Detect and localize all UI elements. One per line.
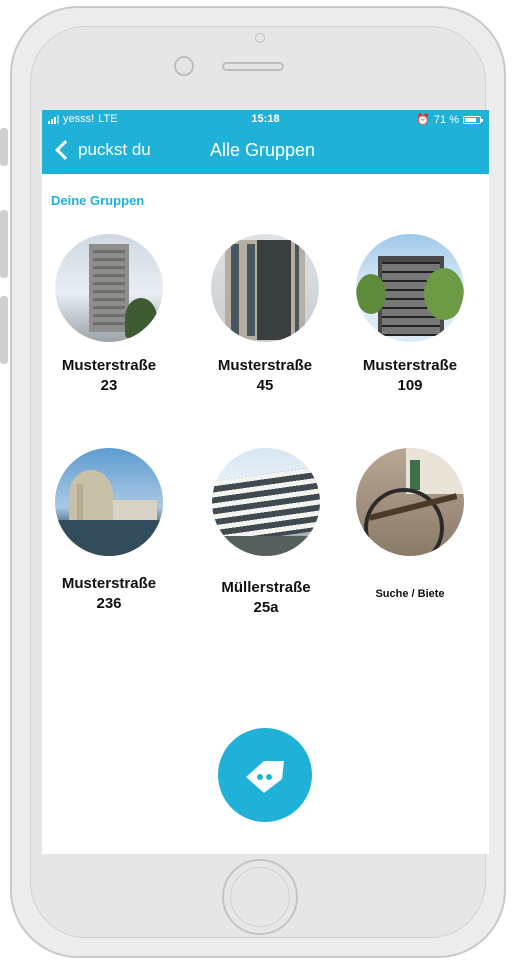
group-avatar [212, 448, 320, 556]
chevron-left-icon [55, 140, 75, 160]
navigation-bar: puckst du Alle Gruppen [42, 128, 489, 174]
group-label: Musterstraße 109 [362, 357, 458, 394]
group-label: Musterstraße 236 [61, 575, 157, 612]
group-tile[interactable]: Musterstraße 23 [42, 234, 182, 396]
group-tile[interactable]: Musterstraße 45 [192, 234, 338, 396]
status-bar: yesss! LTE 15:18 ⏰ 71 % [42, 110, 489, 128]
volume-down-button [0, 296, 8, 364]
group-avatar [356, 234, 464, 342]
group-label: Musterstraße 23 [61, 357, 157, 394]
front-camera [174, 56, 194, 76]
earpiece-speaker [222, 62, 284, 71]
group-label: Suche / Biete [375, 588, 445, 600]
group-avatar [211, 234, 319, 342]
group-tile[interactable]: Musterstraße 236 [42, 448, 182, 614]
back-label: puckst du [78, 140, 151, 159]
battery-icon [463, 115, 483, 124]
proximity-sensor [255, 33, 265, 43]
group-avatar [55, 448, 163, 556]
page-title: Alle Gruppen [210, 140, 316, 160]
alarm-icon: ⏰ [416, 114, 430, 126]
group-label: Musterstraße 45 [217, 357, 313, 394]
tag-icon [246, 761, 284, 793]
group-label: Müllerstraße 25a [221, 579, 311, 616]
battery-percent: 71 % [433, 113, 459, 126]
home-button[interactable] [222, 859, 298, 935]
volume-up-button [0, 210, 8, 278]
section-title: Deine Gruppen [51, 193, 145, 208]
group-avatar [55, 234, 163, 342]
group-tile[interactable]: Suche / Biete [337, 448, 483, 604]
mute-switch [0, 128, 8, 166]
group-tile[interactable]: Musterstraße 109 [337, 234, 483, 396]
back-button[interactable]: puckst du [54, 140, 151, 160]
add-group-button[interactable] [218, 728, 312, 822]
group-tile[interactable]: Müllerstraße 25a [193, 448, 339, 618]
app-screen: yesss! LTE 15:18 ⏰ 71 % puckst du Alle G… [42, 110, 489, 854]
group-avatar [356, 448, 464, 556]
